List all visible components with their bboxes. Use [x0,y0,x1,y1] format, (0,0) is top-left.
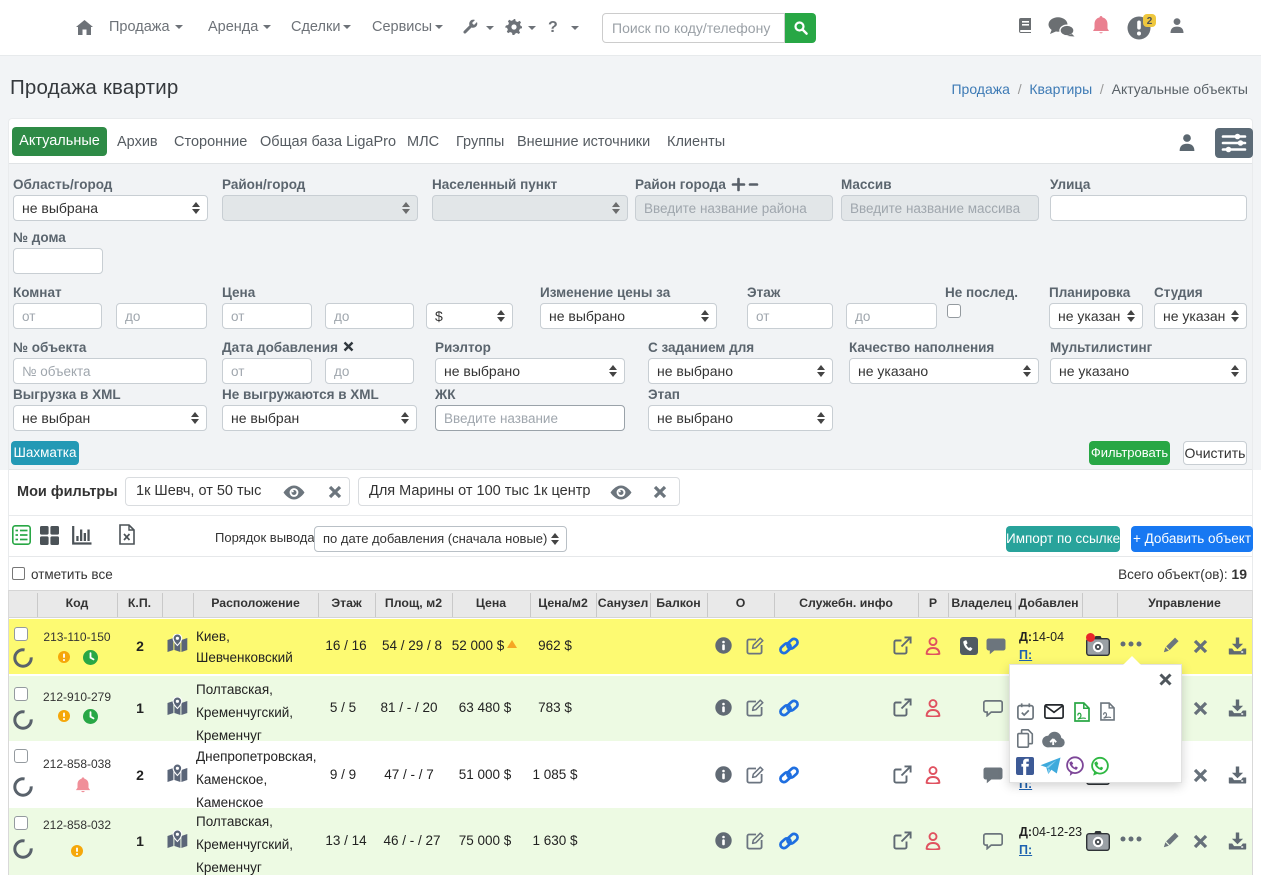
svg-text:2: 2 [1147,16,1153,27]
